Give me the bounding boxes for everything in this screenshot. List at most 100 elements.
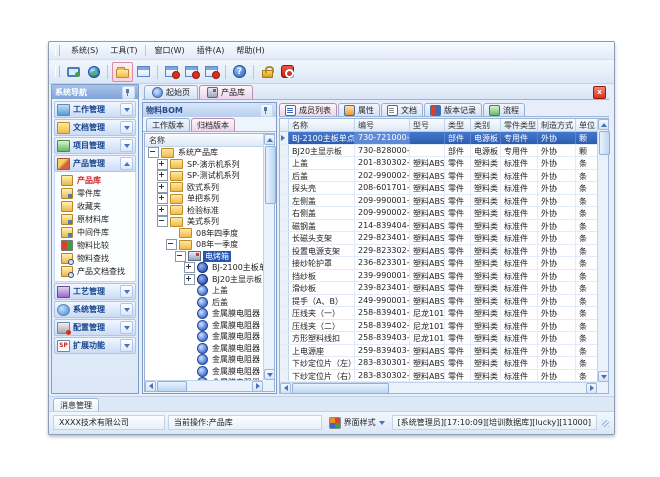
- power-toolbar-button[interactable]: [278, 63, 297, 81]
- scroll-left-button[interactable]: [280, 383, 291, 394]
- menu-item[interactable]: 插件(A): [191, 44, 231, 57]
- table-row[interactable]: 提手（A、B）249-990001-01X塑料ABS零件塑料类标准件外协条: [280, 295, 597, 308]
- sidebar-item-parts-lib[interactable]: 零件库: [61, 187, 135, 200]
- sidebar-item-intermediate-lib[interactable]: 中间件库: [61, 226, 135, 239]
- tree-expander[interactable]: [166, 239, 177, 250]
- sidebar-section-system-mgmt[interactable]: 系统管理: [54, 301, 136, 318]
- tree-expander[interactable]: [184, 274, 195, 285]
- table-row[interactable]: 磁钢盖214-839404-01X塑料ABS零件塑料类标准件外协条: [280, 220, 597, 233]
- tree-node[interactable]: SP-演示机系列: [145, 159, 263, 171]
- table-row[interactable]: 压线夹（一）258-839401-00X尼龙1010零件塑料类标准件外协条: [280, 307, 597, 320]
- sidebar-section-project-mgmt[interactable]: 项目管理: [54, 137, 136, 154]
- resize-grip[interactable]: [600, 418, 610, 428]
- table-row[interactable]: BJ-2100主板单点730-721000-12X部件电源板专用件外协颗: [280, 132, 597, 145]
- tree-horizontal-scrollbar[interactable]: [145, 380, 263, 391]
- table-vertical-scrollbar[interactable]: [597, 119, 608, 382]
- globe-toolbar-button[interactable]: [84, 63, 103, 81]
- chevron-down-icon[interactable]: [120, 321, 133, 334]
- win-toolbar-button[interactable]: [162, 63, 181, 81]
- tree-node[interactable]: 单把系列: [145, 193, 263, 205]
- sidebar-section-work-mgmt[interactable]: 工作管理: [54, 101, 136, 118]
- column-header[interactable]: 编号: [355, 119, 410, 131]
- ui-style-button[interactable]: 界面样式: [325, 416, 389, 429]
- scrollbar-thumb[interactable]: [157, 381, 187, 392]
- tree-node[interactable]: BJ-2100主板单点: [145, 262, 263, 274]
- tree-node[interactable]: BJ20主显示板: [145, 274, 263, 286]
- sidebar-section-extension[interactable]: SP扩展功能: [54, 337, 136, 354]
- scroll-left-button[interactable]: [145, 381, 156, 392]
- chevron-down-icon[interactable]: [120, 121, 133, 134]
- tree-node[interactable]: 金属膜电阻器: [145, 366, 263, 378]
- table-row[interactable]: 下纱定位片（右）283-830302-00X塑料ABS零件塑料类标准件外协条: [280, 370, 597, 383]
- tree-node[interactable]: 08年四季度: [145, 228, 263, 240]
- grid-toolbar-button[interactable]: [134, 63, 153, 81]
- chevron-down-icon[interactable]: [120, 103, 133, 116]
- tree-node[interactable]: 系统产品库: [145, 147, 263, 159]
- tab-start-page[interactable]: 起始页: [144, 85, 198, 99]
- tree-node[interactable]: 上盖: [145, 285, 263, 297]
- tree-expander[interactable]: [157, 193, 168, 204]
- menu-item[interactable]: 工具(T): [104, 44, 143, 57]
- chevron-down-icon[interactable]: [120, 285, 133, 298]
- table-row[interactable]: 接纱轮护罩236-823301-00X塑料ABS零件塑料类标准件外协条: [280, 257, 597, 270]
- tab-version-history[interactable]: 版本记录: [424, 103, 482, 116]
- pin-icon[interactable]: [260, 104, 273, 117]
- tree-expander[interactable]: [157, 170, 168, 181]
- table-row[interactable]: 后盖202-990002-01X塑料ABS零件塑料类标准件外协条: [280, 170, 597, 183]
- scroll-up-button[interactable]: [598, 119, 609, 130]
- tree-node[interactable]: 电烤箱: [145, 251, 263, 263]
- column-header[interactable]: 制造方式: [538, 119, 576, 131]
- lock-toolbar-button[interactable]: [258, 63, 277, 81]
- tree-node[interactable]: 后盖: [145, 297, 263, 309]
- scrollbar-thumb[interactable]: [599, 131, 610, 155]
- tree-node[interactable]: 08年一季度: [145, 239, 263, 251]
- table-row[interactable]: 挡纱板239-990001-01X塑料ABS零件塑料类标准件外协条: [280, 270, 597, 283]
- menu-item[interactable]: 帮助(H): [230, 44, 270, 57]
- win-toolbar-button[interactable]: [202, 63, 221, 81]
- sidebar-item-raw-material-lib[interactable]: 原材料库: [61, 213, 135, 226]
- chevron-down-icon[interactable]: [120, 303, 133, 316]
- tab-documents[interactable]: 文档: [381, 103, 423, 116]
- tab-attributes[interactable]: 属性: [338, 103, 380, 116]
- folder-toolbar-button[interactable]: [112, 62, 133, 82]
- tab-version[interactable]: 归档版本: [191, 118, 235, 131]
- menu-item[interactable]: 系统(S): [65, 44, 104, 57]
- close-tab-icon[interactable]: x: [593, 86, 606, 99]
- table-row[interactable]: 方形塑料线扣258-839403-00X尼龙1010零件塑料类标准件外协条: [280, 332, 597, 345]
- table-row[interactable]: 压线夹（二）258-839402-00X尼龙1010零件塑料类标准件外协条: [280, 320, 597, 333]
- tree-node[interactable]: 美式系列: [145, 216, 263, 228]
- tree-expander[interactable]: [148, 147, 159, 158]
- sidebar-section-product-mgmt[interactable]: 产品管理: [54, 155, 136, 172]
- scroll-right-button[interactable]: [586, 383, 597, 394]
- sidebar-item-material-compare[interactable]: 物料比较: [61, 239, 135, 252]
- column-header[interactable]: 名称: [289, 119, 355, 131]
- chevron-down-icon[interactable]: [120, 339, 133, 352]
- tree-node[interactable]: 金属膜电阻器: [145, 331, 263, 343]
- sidebar-item-product-doc-find[interactable]: 产品文档查找: [61, 265, 135, 278]
- sidebar-item-product-lib[interactable]: 产品库: [61, 174, 135, 187]
- pin-icon[interactable]: [122, 86, 135, 99]
- tree-node[interactable]: 金属膜电阻器: [145, 320, 263, 332]
- tab-workflow[interactable]: 流程: [483, 103, 525, 116]
- tree-node[interactable]: 金属膜电阻器: [145, 343, 263, 355]
- tree-expander[interactable]: [157, 216, 168, 227]
- sidebar-section-process-mgmt[interactable]: 工艺管理: [54, 283, 136, 300]
- table-row[interactable]: 下纱定位片（左）283-830301-00X塑料ABS零件塑料类标准件外协条: [280, 357, 597, 370]
- sidebar-item-favorites[interactable]: 收藏夹: [61, 200, 135, 213]
- column-header[interactable]: 型号: [410, 119, 445, 131]
- tab-version[interactable]: 工作版本: [146, 118, 190, 131]
- table-horizontal-scrollbar[interactable]: [280, 382, 597, 393]
- help-toolbar-button[interactable]: [230, 63, 249, 81]
- win-toolbar-button[interactable]: [182, 63, 201, 81]
- table-row[interactable]: 探头壳208-601701-01X塑料ABS零件塑料类标准件外协条: [280, 182, 597, 195]
- scroll-down-button[interactable]: [598, 371, 609, 382]
- sidebar-item-material-find[interactable]: 物料查找: [61, 252, 135, 265]
- sidebar-section-doc-mgmt[interactable]: 文档管理: [54, 119, 136, 136]
- tab-product-lib[interactable]: 产品库: [199, 85, 253, 99]
- table-row[interactable]: BJ20主显示板730-828000-04X部件电源板专用件外协颗: [280, 145, 597, 158]
- tree-node[interactable]: 金属膜电阻器: [145, 354, 263, 366]
- tab-message-management[interactable]: 消息管理: [53, 398, 99, 411]
- tree-node[interactable]: 欧式系列: [145, 182, 263, 194]
- tree-vertical-scrollbar[interactable]: [263, 134, 274, 380]
- column-header[interactable]: 单位: [576, 119, 597, 131]
